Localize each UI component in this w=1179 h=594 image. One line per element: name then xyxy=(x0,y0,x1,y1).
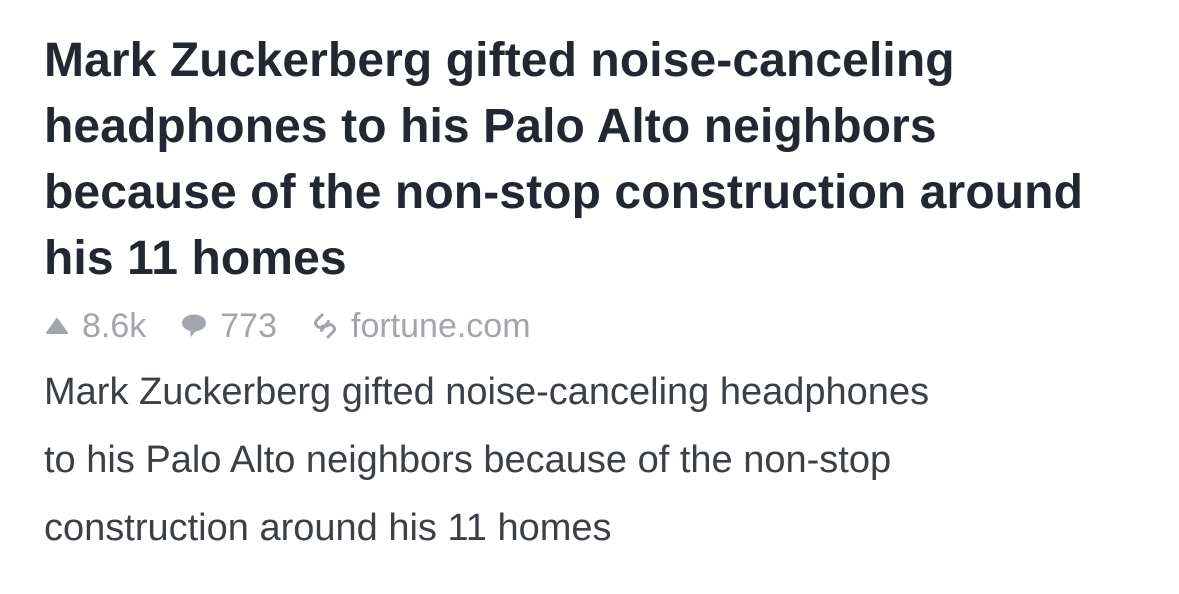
source-domain[interactable]: fortune.com xyxy=(351,307,531,346)
speech-bubble-icon[interactable] xyxy=(180,313,208,339)
upvote-count-label: 8.6k xyxy=(82,306,147,345)
post-meta: 8.6k 773 fortune.com xyxy=(44,304,1154,348)
source-link[interactable]: fortune.com xyxy=(311,307,531,346)
upvote-count[interactable]: 8.6k xyxy=(44,307,146,346)
post-snippet: Mark Zuckerberg gifted noise-canceling h… xyxy=(44,371,930,549)
comment-count[interactable]: 773 xyxy=(180,307,277,346)
comment-count-label: 773 xyxy=(220,306,277,345)
triangle-up-icon[interactable] xyxy=(44,316,70,336)
post-card[interactable]: Mark Zuckerberg gifted noise-canceling h… xyxy=(44,28,1154,562)
chain-link-icon xyxy=(311,311,339,341)
post-title[interactable]: Mark Zuckerberg gifted noise-canceling h… xyxy=(44,28,1154,292)
